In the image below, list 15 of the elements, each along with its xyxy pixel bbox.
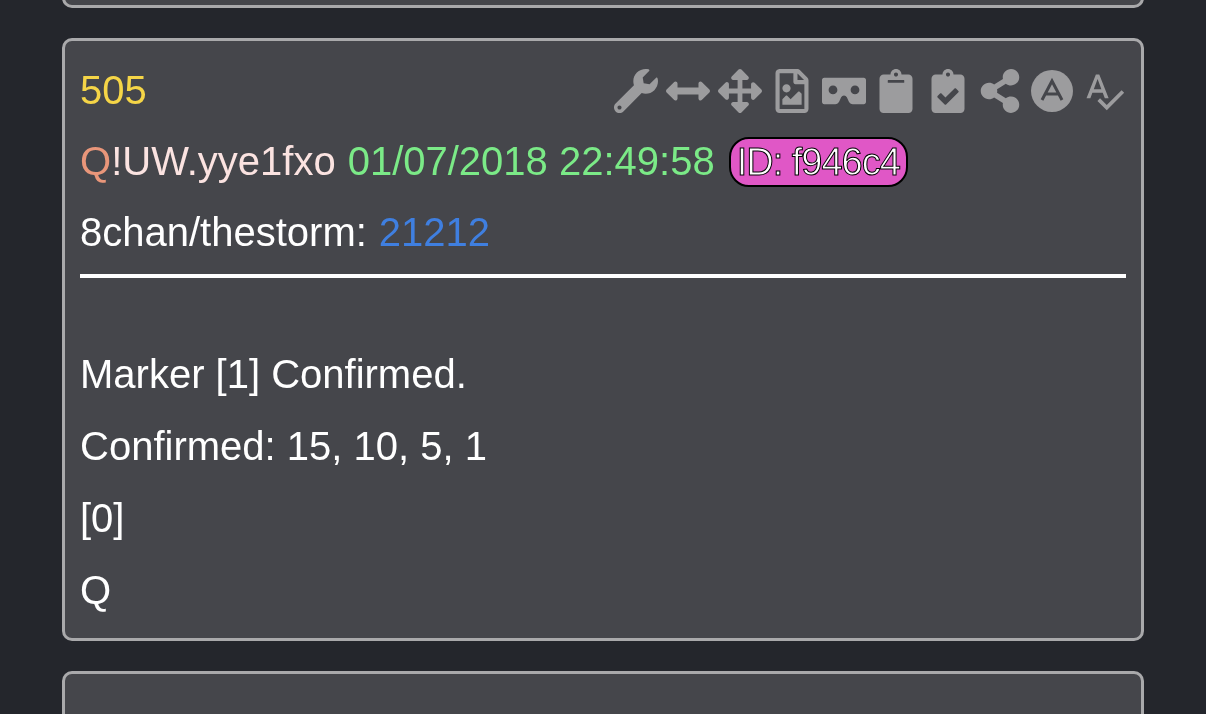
post-text-line: Q <box>80 566 113 614</box>
tripcode: !UW.yye1fxo <box>111 139 336 184</box>
move-icon[interactable] <box>718 68 762 113</box>
source-label: 8chan/thestorm: <box>80 210 367 255</box>
share-icon[interactable] <box>978 68 1022 113</box>
post-number: 505 <box>80 68 147 113</box>
post-text-line: Confirmed: 15, 10, 5, 1 <box>80 422 488 470</box>
wrench-icon[interactable] <box>614 68 658 113</box>
timestamp: 01/07/2018 22:49:58 <box>347 139 715 184</box>
post-link[interactable]: 21212 <box>378 210 491 255</box>
post-text-line: Marker [1] Confirmed. <box>80 350 468 398</box>
circle-letter-icon[interactable] <box>1030 68 1074 113</box>
id-badge: ID: f946c4 <box>728 136 908 187</box>
post-text-line: [0] <box>80 494 126 542</box>
author-name: Q <box>80 139 112 184</box>
